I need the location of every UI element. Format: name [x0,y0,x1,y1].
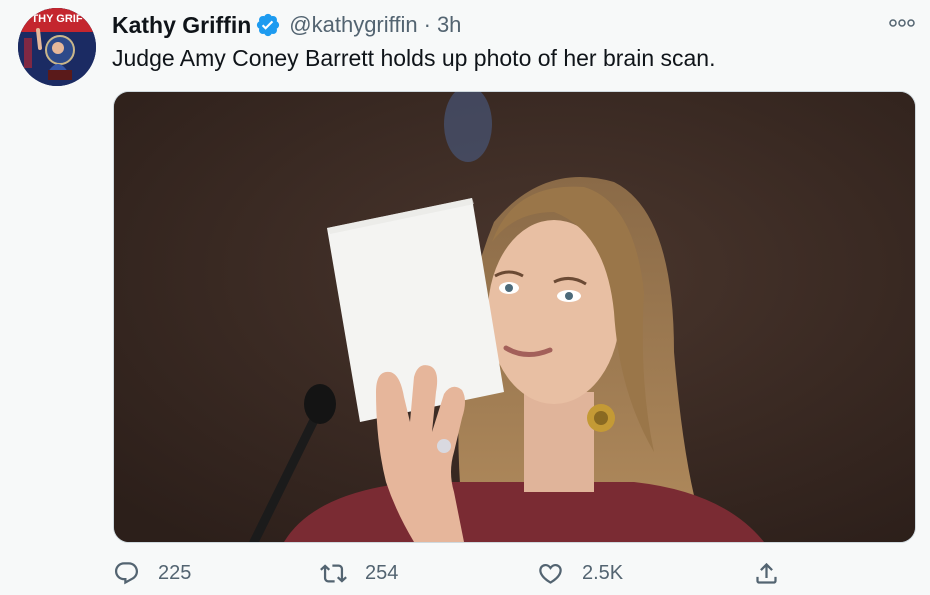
more-options-icon[interactable] [888,14,916,32]
reply-button[interactable]: 225 [113,556,191,590]
handle[interactable]: @kathygriffin [289,12,417,38]
retweet-icon [320,563,347,583]
retweet-button[interactable]: 254 [320,556,398,590]
action-bar: 225 254 2.5K [113,556,913,590]
like-button[interactable]: 2.5K [537,556,623,590]
tweet-text: Judge Amy Coney Barrett holds up photo o… [112,45,716,71]
share-button[interactable] [753,556,798,590]
verified-badge-icon [255,12,281,38]
tweet-header: Kathy Griffin @kathygriffin · 3h [112,9,461,41]
avatar[interactable]: THY GRIF [18,8,96,86]
avatar-text: THY GRIF [31,13,82,25]
like-count: 2.5K [582,561,624,584]
like-icon [539,563,562,584]
retweet-count: 254 [365,561,399,584]
reply-icon [114,561,139,584]
avatar-image: THY GRIF [18,8,96,86]
photo-image [114,92,915,542]
reply-count: 225 [158,561,192,584]
separator: · [423,12,431,37]
display-name[interactable]: Kathy Griffin [112,12,251,39]
timestamp[interactable]: 3h [437,12,461,38]
tweet[interactable]: THY GRIF Kathy Griffin @kathygriffin · 3… [0,0,930,595]
tweet-photo[interactable] [113,91,916,543]
share-icon [756,562,777,584]
